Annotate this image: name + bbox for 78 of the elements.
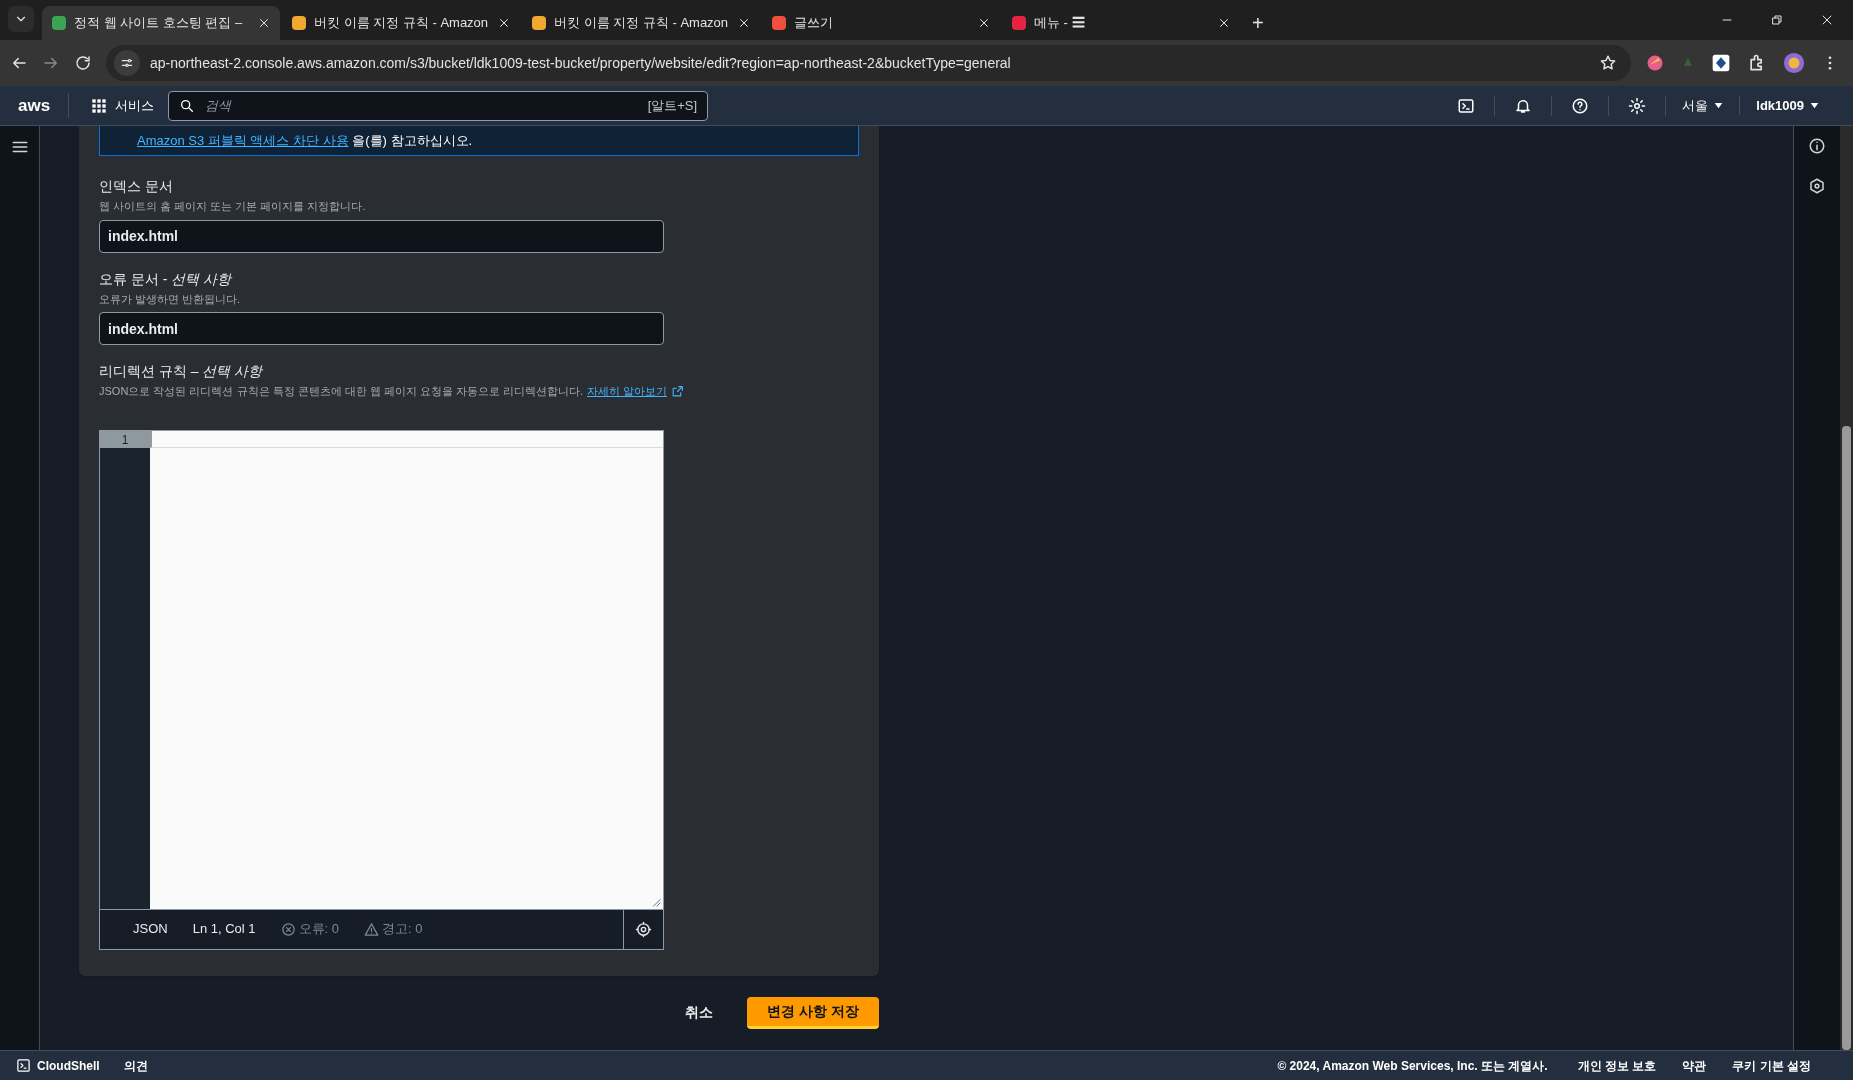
field-description: JSON으로 작성된 리디렉션 규칙은 특정 콘텐츠에 대한 웹 페이지 요청을 자동으로 리디렉션합니다. 자세히 알아보기	[99, 383, 859, 400]
close-icon[interactable]	[978, 17, 990, 29]
search-icon	[179, 97, 196, 114]
info-text-tail: 을(를) 참고하십시오.	[351, 132, 473, 148]
warning-icon	[364, 921, 379, 937]
tab-title: 버킷 이름 지정 규칙 - Amazon	[554, 14, 730, 33]
help-icon[interactable]	[1571, 96, 1590, 115]
cloudshell-icon[interactable]	[1457, 96, 1476, 115]
tab-search-icon[interactable]	[8, 6, 34, 32]
close-icon[interactable]	[738, 17, 750, 29]
field-description: 웹 사이트의 홈 페이지 또는 기본 페이지를 지정합니다.	[99, 199, 367, 214]
save-button[interactable]: 변경 사항 저장	[747, 996, 879, 1029]
reload-icon[interactable]	[74, 54, 92, 72]
cancel-button[interactable]: 취소	[675, 996, 724, 1029]
external-link-icon[interactable]	[671, 384, 685, 398]
cloudshell-icon	[16, 1058, 31, 1073]
error-icon	[280, 921, 296, 937]
caret-icon	[1810, 101, 1819, 110]
field-label: 오류 문서 - 선택 사항	[99, 269, 233, 289]
close-icon[interactable]	[498, 17, 510, 29]
warning-count: 경고: 0	[382, 920, 423, 939]
browser-tab[interactable]: 버킷 이름 지정 규칙 - Amazon	[282, 6, 520, 40]
cloudshell-label: CloudShell	[37, 1057, 100, 1075]
line-number: 1	[100, 430, 150, 448]
cursor-position: Ln 1, Col 1	[192, 920, 256, 939]
browser-tab[interactable]: 메뉴 - ☰	[1002, 6, 1240, 40]
star-icon[interactable]	[1599, 54, 1617, 72]
aws-logo[interactable]: aws	[18, 92, 70, 119]
account-menu[interactable]: ldk1009	[1740, 95, 1835, 116]
info-icon[interactable]	[1808, 137, 1826, 155]
extension-icon[interactable]	[1645, 53, 1665, 73]
tab-title: 글쓰기	[794, 14, 834, 33]
learn-more-link[interactable]: 자세히 알아보기	[587, 383, 668, 400]
close-icon[interactable]	[1821, 14, 1833, 26]
search-bar[interactable]: 검색 [알트+S]	[168, 90, 709, 121]
browser-tab[interactable]: 버킷 이름 지정 규칙 - Amazon	[522, 6, 760, 40]
caret-icon	[1714, 101, 1724, 110]
field-description: 오류가 발생하면 반환됩니다.	[99, 291, 242, 307]
hexagon-icon[interactable]	[1808, 177, 1826, 195]
search-field[interactable]: 검색	[205, 95, 638, 116]
copyright-text: © 2024, Amazon Web Services, Inc. 또는 계열사.	[1277, 1057, 1548, 1075]
account-label: ldk1009	[1756, 96, 1804, 115]
code-editor[interactable]: 1 JSON Ln 1, Col 1 오류: 0 경고: 0	[99, 429, 664, 950]
site-settings-icon[interactable]	[114, 50, 140, 76]
language-label: JSON	[133, 920, 168, 939]
url-text: ap-northeast-2.console.aws.amazon.com/s3/bucket/ldk1009-test-bucket/property/website/edit?region=ap-northeast-2&bucketType=general	[150, 53, 1012, 73]
error-count: 오류: 0	[298, 920, 339, 939]
tab-title: 정적 웹 사이트 호스팅 편집 –	[74, 14, 244, 33]
browser-tab[interactable]: 글쓰기	[762, 6, 1000, 40]
field-label: 인덱스 문서	[99, 177, 174, 196]
services-menu[interactable]: 서비스	[91, 95, 155, 116]
cloudshell-button[interactable]: CloudShell	[16, 1056, 100, 1075]
input-field[interactable]: index.html	[99, 312, 664, 345]
tab-title: 버킷 이름 지정 규칙 - Amazon	[314, 14, 490, 33]
region-label: 서울	[1682, 96, 1709, 115]
field-label: 리디렉션 규칙 – 선택 사항	[99, 362, 264, 381]
close-icon[interactable]	[258, 17, 270, 29]
browser-tab[interactable]: 정적 웹 사이트 호스팅 편집 –	[42, 6, 280, 40]
scrollbar-thumb[interactable]	[1842, 426, 1851, 1050]
footer-link[interactable]: 약관	[1682, 1056, 1707, 1075]
grid-icon	[91, 97, 108, 114]
settings-icon[interactable]	[635, 920, 652, 938]
resize-handle-icon[interactable]	[651, 896, 661, 907]
close-icon[interactable]	[1218, 17, 1230, 29]
footer-link[interactable]: 쿠키 기본 설정	[1732, 1056, 1811, 1075]
extension-icon[interactable]	[1711, 53, 1731, 73]
profile-avatar-icon[interactable]	[1783, 52, 1805, 74]
address-bar[interactable]: ap-northeast-2.console.aws.amazon.com/s3/bucket/ldk1009-test-bucket/property/website/edit?region=ap-northeast-2&bucketType=general	[106, 45, 1631, 81]
restore-icon[interactable]	[1771, 14, 1783, 26]
services-label: 서비스	[115, 96, 155, 115]
feedback-link[interactable]: 의견	[123, 1056, 148, 1075]
new-tab-button[interactable]: +	[1242, 6, 1274, 40]
input-field[interactable]: index.html	[99, 219, 664, 253]
footer-link[interactable]: 개인 정보 보호	[1577, 1056, 1657, 1075]
tab-title: 메뉴 - ☰	[1034, 14, 1086, 33]
info-link[interactable]: Amazon S3 퍼블릭 액세스 차단 사용	[137, 132, 349, 148]
shortcut-hint: [알트+S]	[647, 96, 698, 115]
region-menu[interactable]: 서울	[1666, 95, 1741, 116]
